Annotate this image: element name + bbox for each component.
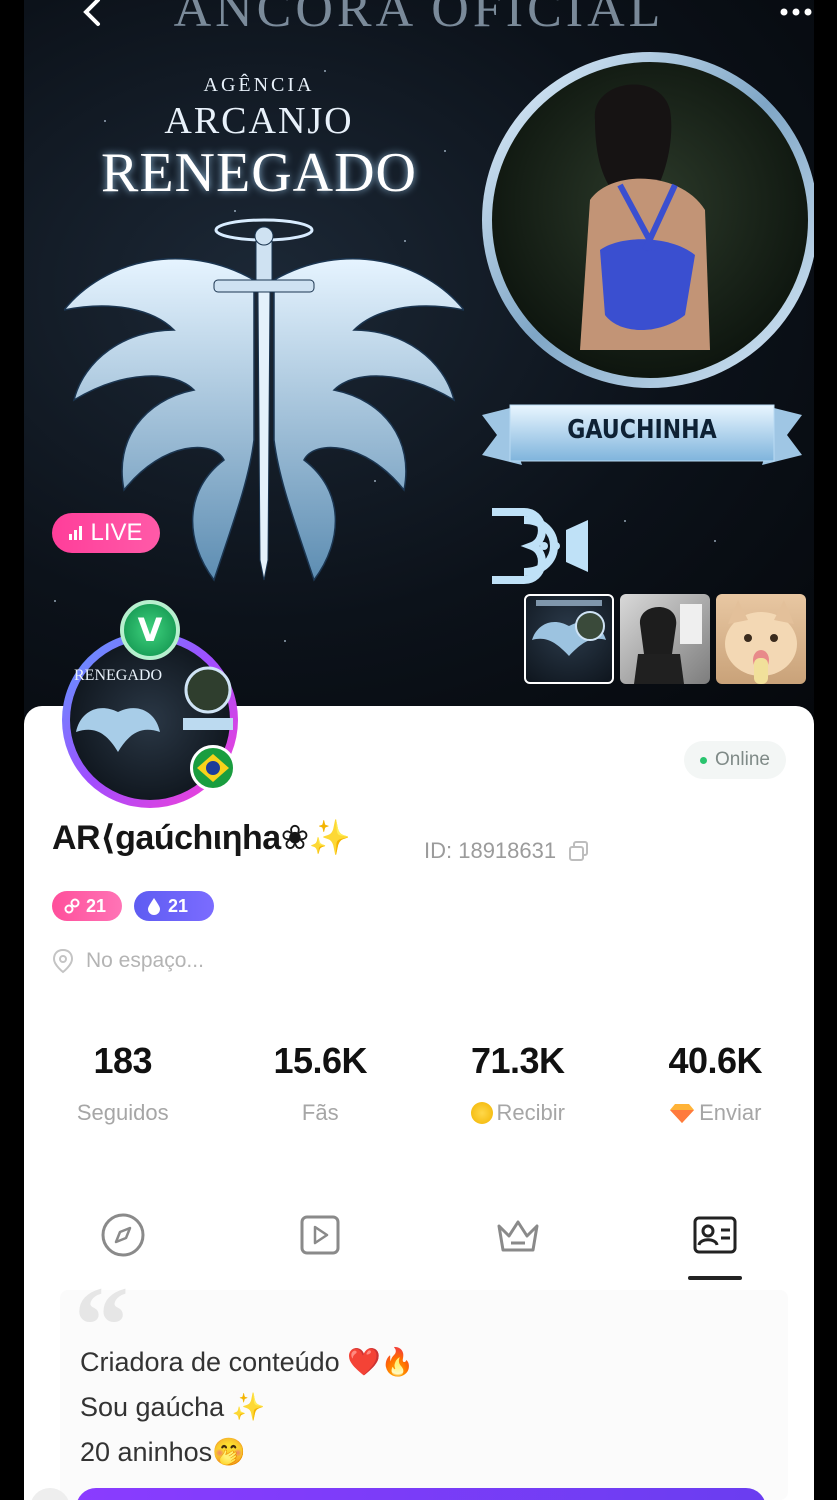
name-ribbon (482, 404, 802, 465)
location-text: No espaço... (86, 949, 204, 972)
thumbnail-2[interactable] (620, 594, 710, 684)
thumbnail-1-image (532, 600, 606, 656)
live-badge[interactable]: LIVE (52, 513, 160, 553)
charm-level-badge: 21 (134, 891, 214, 921)
online-status: Online (684, 741, 786, 779)
stat-fans-label: Fãs (301, 1100, 339, 1125)
profile-tabs (24, 1210, 814, 1286)
thumbnail-2-image (634, 604, 702, 684)
active-tab-indicator (688, 1276, 743, 1280)
wealth-level-badge: 21 (52, 891, 122, 921)
bottom-primary-button[interactable] (76, 1488, 766, 1500)
agency-line-3: RENEGADO (101, 142, 417, 204)
diamond-icon (670, 1104, 695, 1123)
user-id: ID: 18918631 (424, 838, 590, 864)
tab-profile-info[interactable] (617, 1210, 815, 1286)
stats-row: 183 Seguidos 15.6K Fãs 71.3K Recibir 40.… (24, 1040, 814, 1126)
stat-sent-label: Enviar (699, 1100, 762, 1125)
coin-icon (470, 1102, 493, 1124)
online-dot-icon (700, 756, 708, 764)
brazil-flag-icon (190, 745, 236, 791)
svg-text:RENEGADO: RENEGADO (74, 667, 162, 684)
compass-icon (101, 1213, 145, 1257)
stat-fans[interactable]: 15.6K Fãs (222, 1040, 420, 1126)
thumbnail-1[interactable] (524, 594, 614, 684)
bio-line-3: 20 aninhos🤭 (80, 1437, 246, 1467)
stat-following-value: 183 (93, 1040, 153, 1081)
stat-following[interactable]: 183 Seguidos (24, 1040, 222, 1126)
link-icon (64, 898, 80, 914)
banner-thumbnails (524, 594, 806, 684)
drop-icon (148, 898, 160, 915)
stat-received[interactable]: 71.3K Recibir (419, 1040, 617, 1126)
location-pin-icon (52, 948, 74, 974)
video-icon (300, 1215, 340, 1255)
thumbnail-3[interactable] (716, 594, 806, 684)
3d-camera-logo-icon (492, 508, 588, 584)
copy-icon[interactable] (568, 840, 590, 862)
bio-line-1: Criadora de conteúdo ❤️🔥 (80, 1347, 415, 1377)
bio-line-2: Sou gaúcha ✨ (80, 1392, 266, 1422)
stat-received-label: Recibir (496, 1100, 565, 1125)
bio-text: Criadora de conteúdo ❤️🔥 Sou gaúcha ✨ 20… (80, 1340, 414, 1475)
live-label: LIVE (90, 519, 143, 546)
username-row: AR⟨gaúchιηha❀✨ (52, 818, 351, 858)
agency-line-1: AGÊNCIA (203, 74, 315, 96)
charm-level-value: 21 (168, 895, 189, 916)
verified-v-badge: V (120, 600, 180, 660)
thumbnail-3-image (725, 600, 797, 684)
more-options-icon[interactable] (774, 0, 814, 24)
profile-card-icon (693, 1216, 737, 1254)
back-arrow-icon[interactable] (76, 0, 110, 30)
stat-received-value: 71.3K (470, 1040, 565, 1081)
stat-following-label: Seguidos (76, 1100, 169, 1125)
user-id-label: ID: 18918631 (424, 838, 557, 863)
agency-line-2: ARCANJO (164, 100, 354, 142)
crown-icon (497, 1220, 539, 1252)
location-row: No espaço... (52, 948, 204, 974)
online-label: Online (715, 749, 770, 770)
username: AR⟨gaúchιηha❀✨ (52, 819, 351, 857)
tab-ranking[interactable] (419, 1210, 617, 1286)
tab-videos[interactable] (222, 1210, 420, 1286)
live-bars-icon (69, 526, 83, 540)
stat-fans-value: 15.6K (273, 1040, 368, 1081)
banner-portrait-photo (482, 52, 814, 388)
wealth-level-value: 21 (86, 895, 107, 916)
stat-sent-value: 40.6K (668, 1040, 763, 1081)
agency-logo-text: AGÊNCIA ARCANJO RENEGADO (64, 74, 454, 205)
level-badges: 21 21 (52, 891, 214, 921)
stat-sent[interactable]: 40.6K Enviar (617, 1040, 815, 1126)
